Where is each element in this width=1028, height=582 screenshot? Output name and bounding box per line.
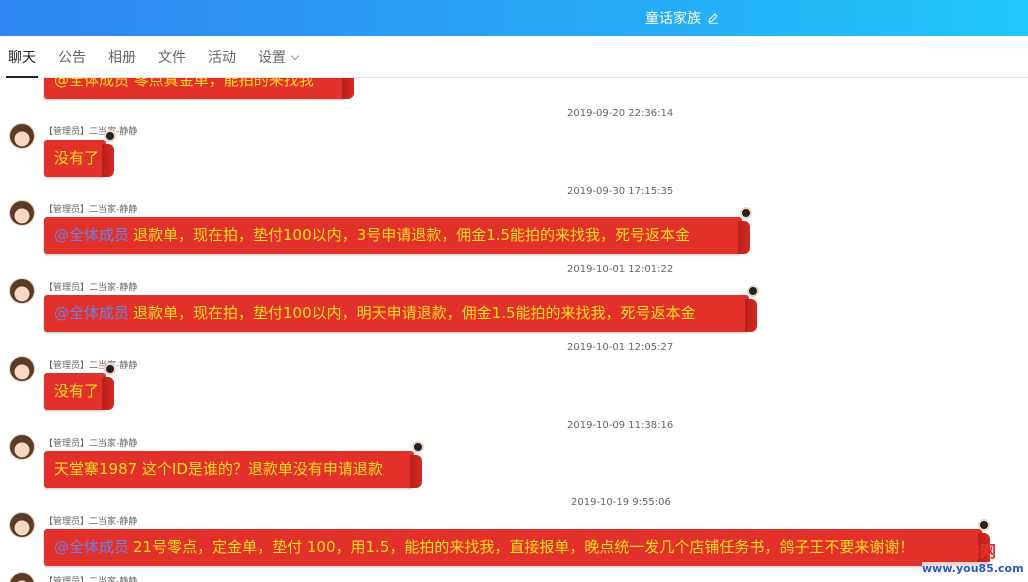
doll-sticker-icon [740,207,752,219]
message-bubble[interactable]: @全体成员 零点真金单，能拍的来找我 [44,78,354,99]
message-bubble[interactable]: 没有了 [44,363,116,410]
sender-name[interactable]: 【管理员】二当家-静静 [44,514,137,527]
sender-name[interactable]: 【管理员】二当家-静静 [44,574,137,582]
tab-album[interactable]: 相册 [108,36,136,78]
avatar[interactable] [9,356,35,382]
avatar[interactable] [9,572,35,582]
message-timestamp: 2019-09-20 22:36:14 [567,108,674,119]
sender-name[interactable]: 【管理员】二当家-静静 [44,436,137,449]
bubble-curl [102,144,114,177]
sender-name[interactable]: 【管理员】二当家-静静 [44,124,137,137]
watermark-logo: 由赚网 [947,542,996,561]
message-timestamp: 2019-10-01 12:01:22 [567,264,674,275]
site-watermark: 由赚网 www.you85.com [922,542,1024,580]
group-title-wrap[interactable]: 童话家族 [645,8,719,28]
message-bubble[interactable]: @全体成员 退款单，现在拍，垫付100以内，明天申请退款，佣金1.5能拍的来找我，… [44,285,759,332]
message-timestamp: 2019-10-09 11:38:16 [567,420,674,431]
sender-name[interactable]: 【管理员】二当家-静静 [44,202,137,215]
message-bubble[interactable]: @全体成员 21号零点，定金单，垫付 100，用1.5，能拍的来找我，直接报单，晚… [44,529,982,566]
doll-sticker-icon [978,519,990,531]
message-text: 退款单，现在拍，垫付100以内，明天申请退款，佣金1.5能拍的来找我，死号返本金 [133,304,696,322]
message-text: 退款单，现在拍，垫付100以内，3号申请退款，佣金1.5能拍的来找我，死号返本金 [133,226,691,244]
watermark-url: www.you85.com [922,562,1024,576]
tab-chat[interactable]: 聊天 [6,36,38,78]
bubble-curl [410,455,422,488]
doll-sticker-icon [104,363,116,375]
message-text: 天堂寨1987 这个ID是谁的？退款单没有申请退款 [54,460,383,478]
chevron-down-icon [290,51,300,60]
doll-sticker-icon [104,130,116,142]
bubble-curl [738,221,750,254]
tab-activity[interactable]: 活动 [208,36,236,78]
bubble-curl [342,78,354,99]
sender-name[interactable]: 【管理员】二当家-静静 [44,280,137,293]
message-timestamp: 2019-10-19 9:55:06 [571,497,671,508]
avatar[interactable] [9,512,35,538]
tab-announcement[interactable]: 公告 [58,36,86,78]
message-bubble[interactable]: 天堂寨1987 这个ID是谁的？退款单没有申请退款 [44,441,424,488]
doll-sticker-icon [747,285,759,297]
message-bubble[interactable]: 没有了 [44,130,116,177]
tab-settings[interactable]: 设置 [258,36,300,78]
tab-files[interactable]: 文件 [158,36,186,78]
tab-settings-label: 设置 [258,49,286,66]
chat-area[interactable]: @全体成员 零点真金单，能拍的来找我 2019-09-20 22:36:14 【… [0,78,1028,582]
avatar[interactable] [9,278,35,304]
message-text: 没有了 [54,382,100,400]
avatar[interactable] [9,123,35,149]
message-text: 21号零点，定金单，垫付 100，用1.5，能拍的来找我，直接报单，晚点统一发几… [133,538,915,556]
avatar[interactable] [9,434,35,460]
group-title: 童话家族 [645,11,701,27]
mention-all[interactable]: @全体成员 [54,226,129,244]
message-bubble[interactable]: @全体成员 退款单，现在拍，垫付100以内，3号申请退款，佣金1.5能拍的来找我，… [44,207,752,254]
mention-all[interactable]: @全体成员 [54,538,129,556]
doll-sticker-icon [412,441,424,453]
avatar[interactable] [9,200,35,226]
tab-bar: 聊天 公告 相册 文件 活动 设置 [0,36,1028,78]
bubble-curl [102,377,114,410]
message-text: @全体成员 零点真金单，能拍的来找我 [54,78,314,89]
edit-pencil-icon[interactable] [707,12,719,24]
message-timestamp: 2019-10-01 12:05:27 [567,342,674,353]
message-timestamp: 2019-09-30 17:15:35 [567,186,674,197]
message-text: 没有了 [54,149,100,167]
bubble-curl [745,299,757,332]
group-title-bar: 童话家族 [0,0,1028,36]
mention-all[interactable]: @全体成员 [54,304,129,322]
sender-name[interactable]: 【管理员】二当家-静静 [44,358,137,371]
